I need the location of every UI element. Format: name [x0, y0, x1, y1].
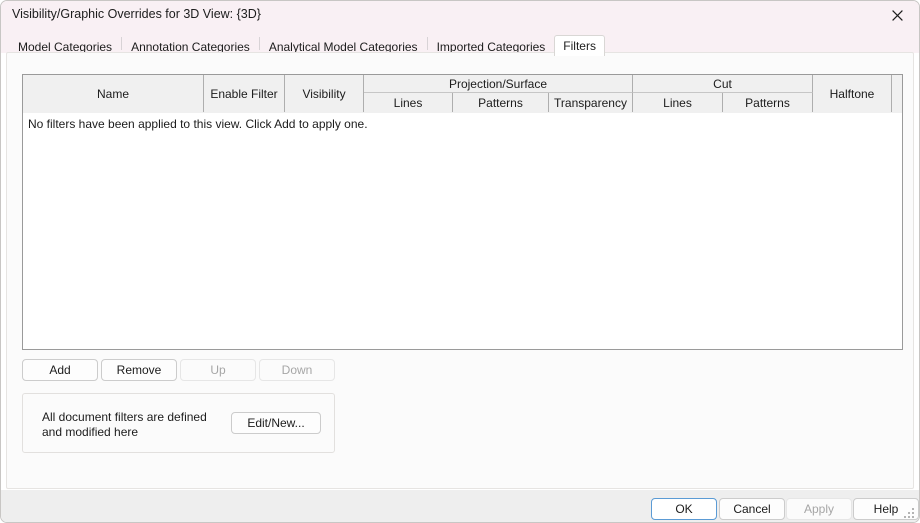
close-button[interactable]: [875, 1, 919, 29]
column-header-halftone[interactable]: Halftone: [813, 75, 892, 112]
move-down-button[interactable]: Down: [259, 359, 335, 381]
grid-empty-message: No filters have been applied to this vie…: [28, 117, 368, 131]
window-title: Visibility/Graphic Overrides for 3D View…: [12, 7, 261, 21]
close-icon: [891, 9, 903, 21]
document-filters-group: All document filters are defined and mod…: [22, 393, 335, 453]
cancel-button[interactable]: Cancel: [719, 498, 785, 520]
column-header-projection-lines[interactable]: Lines: [364, 93, 453, 112]
tab-filters[interactable]: Filters: [554, 35, 605, 56]
filters-grid: Name Enable Filter Visibility Projection…: [22, 74, 903, 350]
column-header-spacer: [892, 75, 902, 112]
tab-strip: Model Categories Annotation Categories A…: [1, 29, 919, 56]
dialog-footer: OK Cancel Apply Help: [1, 490, 919, 522]
resize-grip-icon[interactable]: [904, 508, 916, 520]
column-header-name[interactable]: Name: [23, 75, 204, 112]
move-up-button[interactable]: Up: [180, 359, 256, 381]
ok-button[interactable]: OK: [651, 498, 717, 520]
column-group-cut: Cut: [633, 75, 813, 93]
column-header-visibility[interactable]: Visibility: [285, 75, 364, 112]
column-header-projection-patterns[interactable]: Patterns: [453, 93, 549, 112]
grid-header: Name Enable Filter Visibility Projection…: [23, 75, 902, 114]
document-filters-description: All document filters are defined and mod…: [42, 410, 207, 439]
column-group-projection-surface: Projection/Surface: [364, 75, 633, 93]
tab-panel-filters: Name Enable Filter Visibility Projection…: [6, 52, 914, 489]
dialog-window: Visibility/Graphic Overrides for 3D View…: [0, 0, 920, 523]
grid-body: No filters have been applied to this vie…: [23, 113, 902, 349]
column-header-enable-filter[interactable]: Enable Filter: [204, 75, 285, 112]
column-header-cut-patterns[interactable]: Patterns: [723, 93, 813, 112]
add-button[interactable]: Add: [22, 359, 98, 381]
apply-button[interactable]: Apply: [786, 498, 852, 520]
column-header-cut-lines[interactable]: Lines: [633, 93, 723, 112]
remove-button[interactable]: Remove: [101, 359, 177, 381]
edit-new-button[interactable]: Edit/New...: [231, 412, 321, 434]
title-bar: Visibility/Graphic Overrides for 3D View…: [1, 1, 919, 30]
column-header-projection-transparency[interactable]: Transparency: [549, 93, 633, 112]
